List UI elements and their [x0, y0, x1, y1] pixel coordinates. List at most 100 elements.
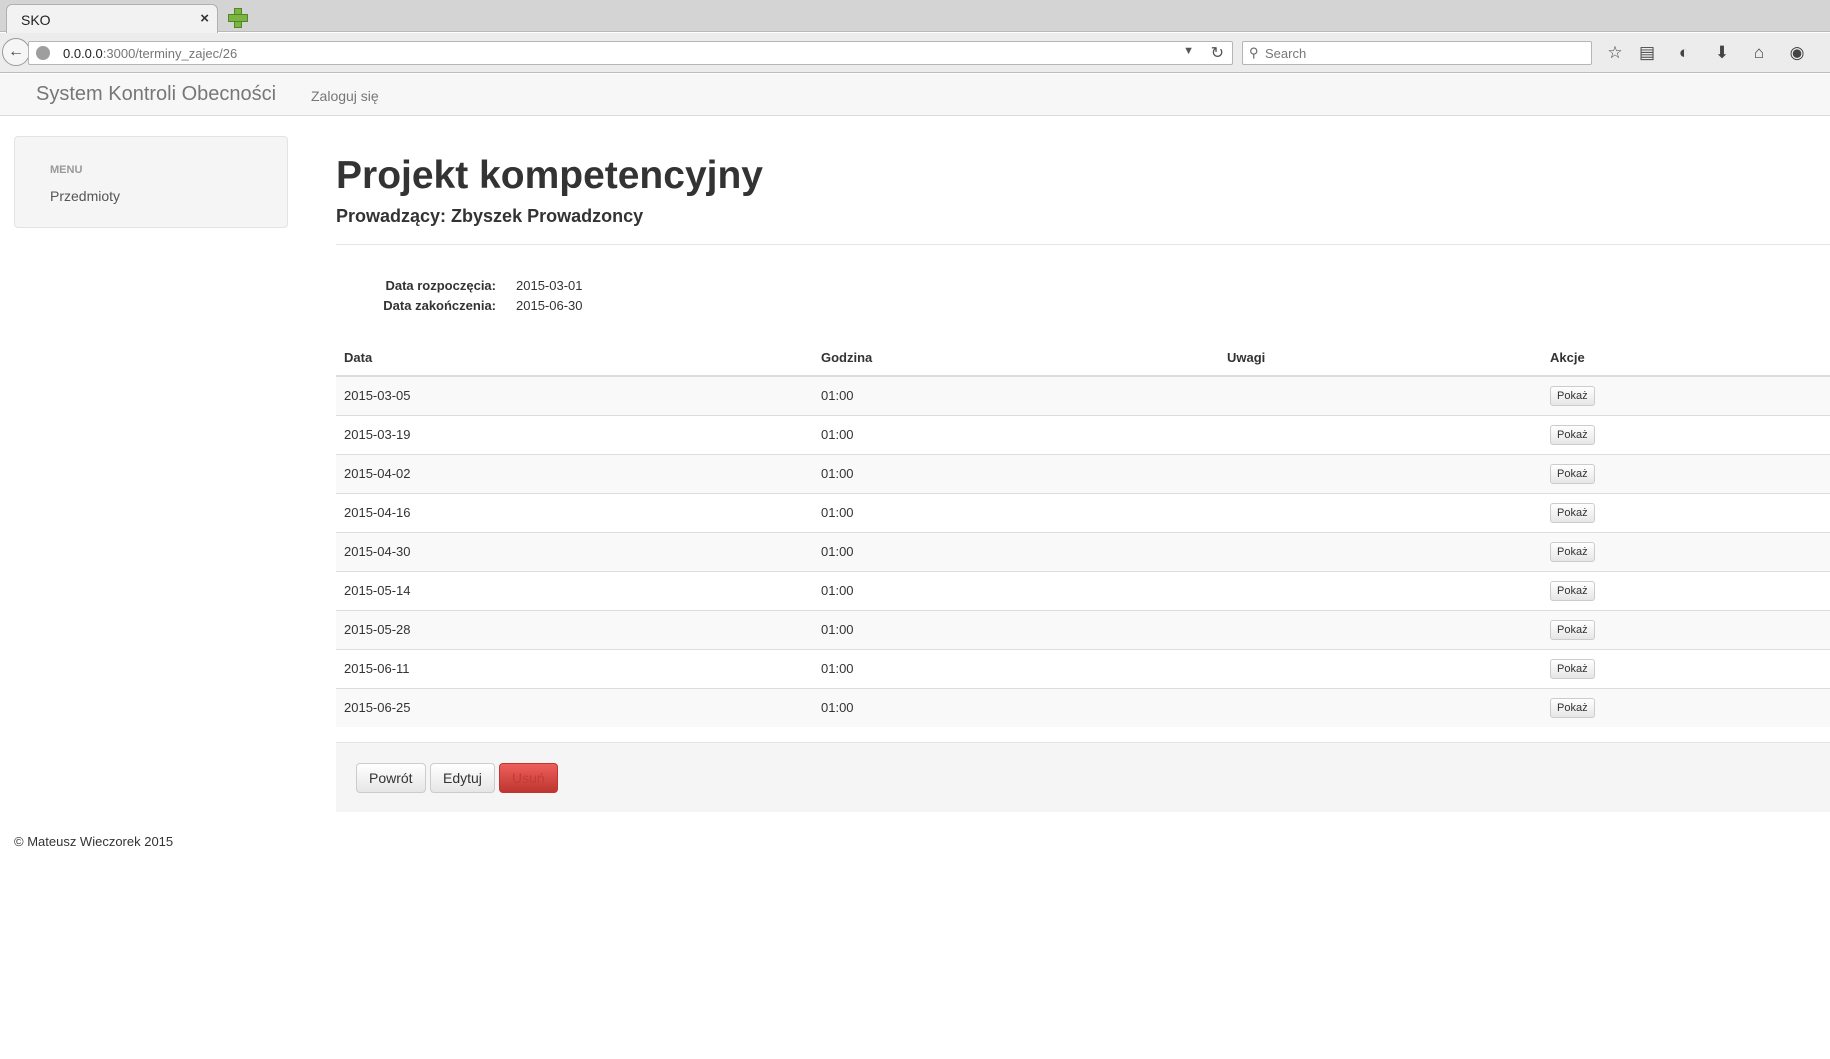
sessions-table: Data Godzina Uwagi Akcje 2015-03-05 01:0…	[336, 340, 1830, 727]
cell-notes	[1219, 570, 1542, 610]
browser-tabstrip: SKO ×	[0, 0, 1830, 33]
cell-actions: Pokaż	[1542, 492, 1830, 532]
cell-time: 01:00	[813, 648, 1219, 688]
column-header-akcje: Akcje	[1542, 340, 1830, 377]
cell-date: 2015-06-25	[336, 687, 813, 727]
cell-notes	[1219, 531, 1542, 571]
cell-time: 01:00	[813, 453, 1219, 493]
table-header-row: Data Godzina Uwagi Akcje	[336, 340, 1830, 377]
cell-actions: Pokaż	[1542, 375, 1830, 415]
cell-actions: Pokaż	[1542, 414, 1830, 454]
search-input[interactable]	[1265, 44, 1565, 62]
url-bar[interactable]: 0.0.0.0:3000/terminy_zajec/26 ▼ ↻	[28, 41, 1233, 65]
table-row: 2015-04-16 01:00 Pokaż	[336, 492, 1830, 532]
app-header: System Kontroli Obecności Zaloguj się	[0, 74, 1830, 116]
column-header-uwagi: Uwagi	[1219, 340, 1542, 377]
page-subtitle: Prowadzący: Zbyszek Prowadzoncy	[336, 206, 644, 226]
cell-date: 2015-04-02	[336, 453, 813, 493]
cell-time: 01:00	[813, 492, 1219, 532]
column-header-data: Data	[336, 340, 813, 377]
cell-time: 01:00	[813, 609, 1219, 649]
detail-row: Data zakończenia: 2015-06-30	[336, 298, 836, 318]
back-arrow-icon[interactable]: ←	[2, 38, 30, 66]
cell-time: 01:00	[813, 375, 1219, 415]
url-host: 0.0.0.0	[63, 46, 103, 61]
reading-list-icon[interactable]: ▤	[1635, 41, 1659, 65]
cell-time: 01:00	[813, 531, 1219, 571]
cell-actions: Pokaż	[1542, 687, 1830, 727]
cell-actions: Pokaż	[1542, 531, 1830, 571]
detail-value: 2015-06-30	[516, 298, 583, 313]
cell-notes	[1219, 414, 1542, 454]
show-button[interactable]: Pokaż	[1550, 697, 1595, 718]
detail-label: Data zakończenia:	[383, 298, 496, 313]
cell-date: 2015-03-05	[336, 375, 813, 415]
reload-icon[interactable]: ↻	[1211, 43, 1224, 63]
home-icon[interactable]: ⌂	[1747, 41, 1771, 65]
sidebar: MENU Przedmioty	[14, 136, 288, 228]
detail-row: Data rozpoczęcia: 2015-03-01	[336, 278, 836, 298]
table-row: 2015-03-19 01:00 Pokaż	[336, 414, 1830, 454]
tab-title: SKO	[21, 12, 51, 28]
show-button[interactable]: Pokaż	[1550, 619, 1595, 640]
footer-copyright: © Mateusz Wieczorek 2015	[14, 834, 174, 849]
divider	[336, 244, 1830, 245]
table-row: 2015-05-14 01:00 Pokaż	[336, 570, 1830, 610]
table-row: 2015-05-28 01:00 Pokaż	[336, 609, 1830, 649]
login-link[interactable]: Zaloguj się	[311, 88, 379, 104]
show-button[interactable]: Pokaż	[1550, 385, 1595, 406]
download-icon[interactable]: ⬇	[1710, 41, 1734, 65]
page-title: Projekt kompetencyjny	[336, 154, 763, 197]
table-row: 2015-04-02 01:00 Pokaż	[336, 453, 1830, 493]
browser-navbar: ← 0.0.0.0:3000/terminy_zajec/26 ▼ ↻ ⚲ ☆ …	[0, 33, 1830, 73]
show-button[interactable]: Pokaż	[1550, 658, 1595, 679]
new-tab-icon[interactable]	[228, 8, 248, 28]
delete-button[interactable]: Usuń	[499, 763, 558, 793]
cell-notes	[1219, 687, 1542, 727]
chat-icon[interactable]: ◉	[1785, 41, 1809, 65]
browser-tab[interactable]: SKO ×	[6, 4, 218, 33]
show-button[interactable]: Pokaż	[1550, 424, 1595, 445]
details-list: Data rozpoczęcia: 2015-03-01 Data zakońc…	[336, 278, 836, 318]
cell-date: 2015-06-11	[336, 648, 813, 688]
show-button[interactable]: Pokaż	[1550, 463, 1595, 484]
form-actions: Powrót Edytuj Usuń	[336, 742, 1830, 812]
cell-notes	[1219, 609, 1542, 649]
site-info-icon[interactable]	[36, 46, 50, 60]
cell-time: 01:00	[813, 414, 1219, 454]
url-dropdown-icon[interactable]: ▼	[1183, 45, 1194, 57]
search-icon: ⚲	[1249, 45, 1259, 60]
cell-notes	[1219, 453, 1542, 493]
cell-notes	[1219, 648, 1542, 688]
cell-date: 2015-05-14	[336, 570, 813, 610]
cell-actions: Pokaż	[1542, 609, 1830, 649]
bookmark-star-icon[interactable]: ☆	[1603, 41, 1627, 65]
menu-header: MENU	[50, 164, 83, 176]
cell-time: 01:00	[813, 570, 1219, 610]
cell-date: 2015-04-30	[336, 531, 813, 571]
edit-button[interactable]: Edytuj	[430, 763, 495, 793]
pocket-icon[interactable]: ◐	[1672, 41, 1696, 65]
url-path: :3000/terminy_zajec/26	[102, 46, 238, 61]
brand-link[interactable]: System Kontroli Obecności	[36, 83, 276, 106]
cell-time: 01:00	[813, 687, 1219, 727]
show-button[interactable]: Pokaż	[1550, 541, 1595, 562]
table-row: 2015-06-25 01:00 Pokaż	[336, 687, 1830, 727]
back-button[interactable]: Powrót	[356, 763, 426, 793]
cell-notes	[1219, 492, 1542, 532]
show-button[interactable]: Pokaż	[1550, 580, 1595, 601]
tab-close-icon[interactable]: ×	[200, 10, 209, 27]
search-bar[interactable]: ⚲	[1242, 41, 1592, 65]
table-row: 2015-06-11 01:00 Pokaż	[336, 648, 1830, 688]
url-text[interactable]: 0.0.0.0:3000/terminy_zajec/26	[63, 46, 237, 61]
show-button[interactable]: Pokaż	[1550, 502, 1595, 523]
sidebar-item-przedmioty[interactable]: Przedmioty	[50, 188, 120, 204]
cell-actions: Pokaż	[1542, 648, 1830, 688]
cell-date: 2015-05-28	[336, 609, 813, 649]
detail-value: 2015-03-01	[516, 278, 583, 293]
cell-actions: Pokaż	[1542, 453, 1830, 493]
detail-label: Data rozpoczęcia:	[385, 278, 496, 293]
cell-actions: Pokaż	[1542, 570, 1830, 610]
table-row: 2015-03-05 01:00 Pokaż	[336, 375, 1830, 415]
cell-date: 2015-04-16	[336, 492, 813, 532]
